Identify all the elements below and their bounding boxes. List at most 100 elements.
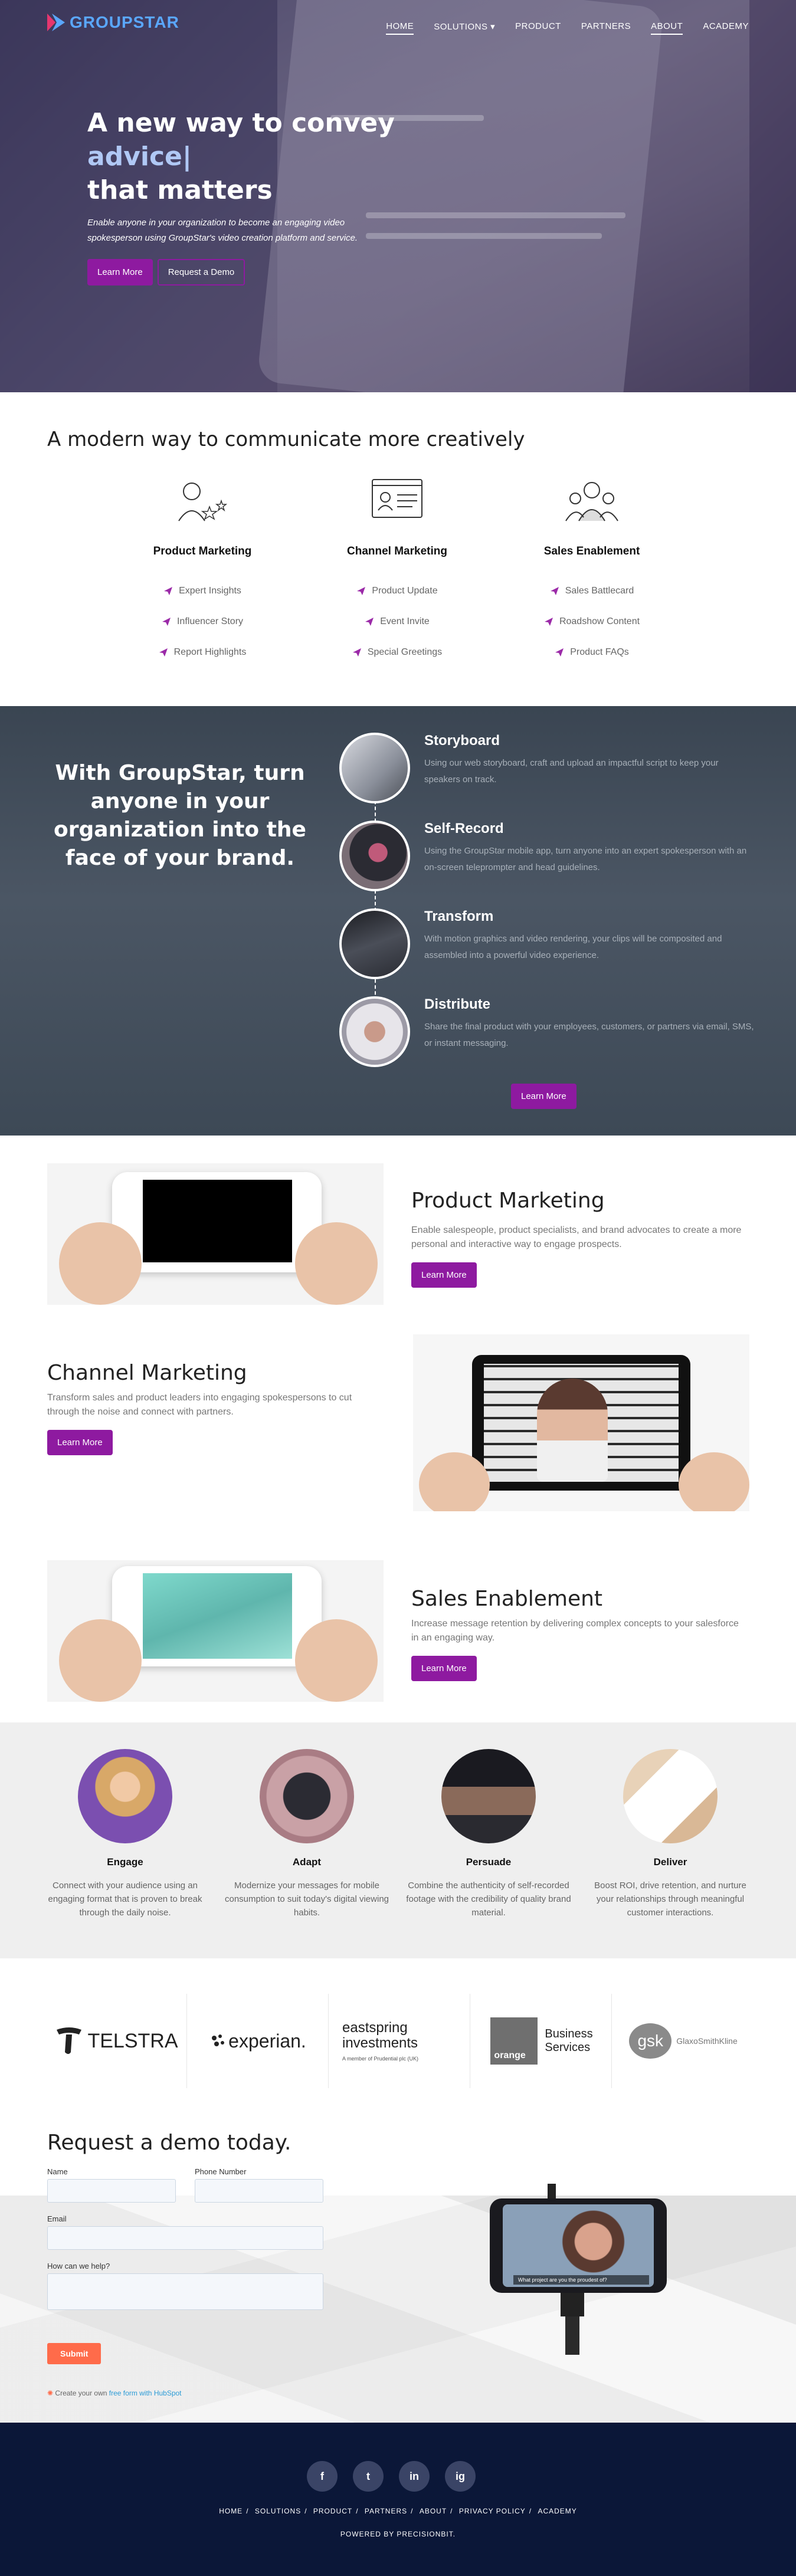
process-step-title: Self-Record (424, 821, 504, 836)
use-case-column: Sales Enablement Sales Battlecard Roadsh… (515, 475, 669, 668)
top-nav: GROUPSTAR HOME SOLUTIONS ▾ PRODUCT PARTN… (0, 0, 796, 52)
experian-wordmark: experian. (228, 2030, 306, 2052)
process-step-title: Transform (424, 908, 494, 924)
hero-subtitle: Enable anyone in your organization to be… (87, 218, 358, 243)
tablet-image (413, 1334, 749, 1511)
nav-product[interactable]: PRODUCT (515, 21, 561, 35)
demo-title: Request a demo today. (47, 2131, 291, 2155)
telstra-logo: TELSTRA (47, 1994, 186, 2088)
list-item: Influencer Story (126, 606, 279, 637)
nav-solutions[interactable]: SOLUTIONS ▾ (434, 21, 495, 35)
distribute-image (339, 996, 410, 1067)
hubspot-prefix: Create your own (55, 2389, 109, 2397)
hero-headline: A new way to convey advice| that matters (87, 106, 418, 207)
hero-headline-line3: that matters (87, 175, 273, 205)
paper-plane-icon (555, 648, 564, 657)
footer-link-product[interactable]: PRODUCT (313, 2507, 352, 2515)
process-learn-more-button[interactable]: Learn More (511, 1084, 576, 1109)
orange-business-text: Business (545, 2027, 593, 2040)
benefit-text: Connect with your audience using an enga… (48, 1881, 202, 1918)
social-links: f t in ig (307, 2461, 476, 2492)
eastspring-wordmark-2: investments (342, 2035, 418, 2051)
benefit-title: Adapt (292, 1856, 322, 1868)
orange-services-text: Services (545, 2041, 591, 2054)
feature-text: Sales Enablement Increase message retent… (411, 1587, 742, 1681)
use-case-title: Channel Marketing (347, 545, 447, 557)
email-input[interactable] (47, 2226, 323, 2250)
footer-links: HOME / SOLUTIONS / PRODUCT / PARTNERS / ABOU… (219, 2507, 577, 2515)
persuade-image (441, 1749, 536, 1843)
facebook-icon[interactable]: f (307, 2461, 338, 2492)
feature-description: Transform sales and product leaders into… (47, 1393, 352, 1417)
benefit-text: Boost ROI, drive retention, and nurture … (594, 1881, 746, 1918)
list-item: Roadshow Content (515, 606, 669, 637)
nav-partners[interactable]: PARTNERS (581, 21, 631, 35)
use-case-list: Sales Battlecard Roadshow Content Produc… (515, 576, 669, 668)
feature-title: Product Marketing (411, 1189, 605, 1213)
hero-learn-more-button[interactable]: Learn More (87, 259, 153, 286)
submit-button[interactable]: Submit (47, 2343, 101, 2364)
phone-label: Phone Number (195, 2167, 247, 2176)
hero-section: GROUPSTAR HOME SOLUTIONS ▾ PRODUCT PARTN… (0, 0, 796, 392)
telstra-wordmark: TELSTRA (87, 2029, 178, 2052)
use-cases-section: A modern way to communicate more creativ… (0, 392, 796, 706)
footer-link-partners[interactable]: PARTNERS (365, 2507, 407, 2515)
use-case-column: Product Marketing Expert Insights Influe… (126, 475, 279, 668)
benefit-item: Engage Connect with your audience using … (42, 1749, 208, 1919)
feature-text: Channel Marketing Transform sales and pr… (47, 1361, 378, 1455)
benefit-text: Modernize your messages for mobile consu… (224, 1881, 389, 1918)
hero-request-demo-button[interactable]: Request a Demo (157, 259, 245, 286)
footer-link-home[interactable]: HOME (219, 2507, 243, 2515)
benefit-item: Deliver Boost ROI, drive retention, and … (588, 1749, 753, 1919)
footer-link-privacy[interactable]: PRIVACY POLICY (459, 2507, 526, 2515)
hero-headline-line1: A new way to convey (87, 108, 395, 138)
process-title: With GroupStar, turn anyone in your orga… (54, 761, 306, 870)
footer-link-academy[interactable]: ACADEMY (538, 2507, 576, 2515)
benefit-title: Engage (107, 1856, 143, 1868)
footer-link-about[interactable]: ABOUT (420, 2507, 447, 2515)
paper-plane-icon (550, 587, 559, 595)
help-label: How can we help? (47, 2262, 110, 2270)
feature-learn-more-button[interactable]: Learn More (47, 1430, 113, 1455)
experian-dots-icon (212, 2034, 225, 2046)
use-cases-title: A modern way to communicate more creativ… (47, 428, 525, 451)
paper-plane-icon (365, 618, 374, 626)
phone-input[interactable] (195, 2179, 323, 2203)
process-step-title: Distribute (424, 996, 491, 1012)
help-textarea[interactable] (47, 2273, 323, 2310)
name-label: Name (47, 2167, 68, 2176)
brand-logo[interactable]: GROUPSTAR (47, 13, 179, 32)
eastspring-tagline: A member of Prudential plc (UK) (342, 2056, 419, 2062)
demo-request-section: Request a demo today. Name Phone Number … (0, 2113, 796, 2423)
feature-learn-more-button[interactable]: Learn More (411, 1656, 477, 1681)
feature-title: Channel Marketing (47, 1361, 247, 1385)
gsk-oval-icon: gsk (629, 2023, 672, 2059)
adapt-image (260, 1749, 354, 1843)
footer: f t in ig HOME / SOLUTIONS / PRODUCT / PART… (0, 2423, 796, 2576)
hubspot-link[interactable]: free form with HubSpot (109, 2389, 182, 2397)
feature-learn-more-button[interactable]: Learn More (411, 1262, 477, 1288)
list-item: Product FAQs (515, 637, 669, 668)
gsk-logo: gsk GlaxoSmithKline (614, 1994, 753, 2088)
use-case-title: Product Marketing (153, 545, 252, 557)
name-input[interactable] (47, 2179, 176, 2203)
nav-academy[interactable]: ACADEMY (703, 21, 749, 35)
feature-sales-enablement: Sales Enablement Increase message retent… (0, 1534, 796, 1706)
gsk-wordmark: GlaxoSmithKline (676, 2036, 738, 2046)
process-step-title: Storyboard (424, 733, 500, 749)
nav-about[interactable]: ABOUT (651, 21, 683, 35)
phone-caption: What project are you the proudest of? (513, 2275, 649, 2285)
experian-logo: experian. (189, 1994, 328, 2088)
instagram-icon[interactable]: ig (445, 2461, 476, 2492)
footer-link-solutions[interactable]: SOLUTIONS (255, 2507, 301, 2515)
powered-by: POWERED BY PRECISIONBIT. (340, 2530, 456, 2538)
use-case-list: Expert Insights Influencer Story Report … (126, 576, 279, 668)
list-item: Product Update (320, 576, 474, 606)
nav-home[interactable]: HOME (386, 21, 414, 35)
twitter-icon[interactable]: t (353, 2461, 384, 2492)
feature-description: Increase message retention by delivering… (411, 1619, 739, 1643)
phone-tripod-image: What project are you the proudest of? (490, 2184, 667, 2355)
linkedin-icon[interactable]: in (399, 2461, 430, 2492)
list-item: Expert Insights (126, 576, 279, 606)
process-step-text: Using our web storyboard, craft and uplo… (424, 758, 719, 785)
